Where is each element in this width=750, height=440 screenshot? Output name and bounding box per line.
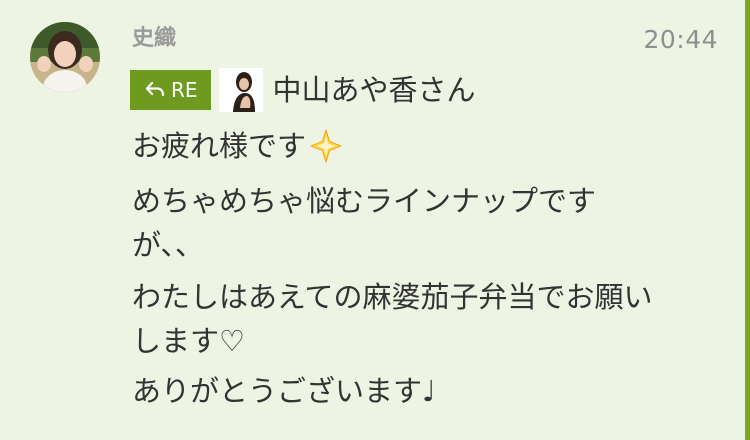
reply-arrow-icon — [145, 81, 165, 97]
message-line-1: めちゃめちゃ悩むラインナップです が、、 — [132, 184, 597, 262]
re-badge[interactable]: RE — [130, 70, 211, 110]
sender-name[interactable]: 史織 — [132, 24, 176, 54]
reply-reference[interactable]: RE 中山あや香さん — [130, 68, 476, 112]
scroll-edge-indicator — [745, 0, 750, 440]
message-line-2: わたしはあえての麻婆茄子弁当でお願い します♡ — [132, 280, 653, 358]
message-body: お疲れ様です めちゃめちゃ悩むラインナップです が、、 わたしはあえての麻婆茄子弁… — [132, 124, 692, 413]
reply-avatar-photo — [218, 68, 263, 112]
message-timestamp: 20:44 — [643, 25, 718, 54]
re-badge-label: RE — [171, 78, 198, 102]
message-line-3: ありがとうございます♩ — [132, 374, 436, 408]
avatar-photo — [30, 22, 100, 92]
reply-user-name[interactable]: 中山あや香さん — [273, 68, 476, 112]
sender-avatar[interactable] — [30, 22, 100, 92]
sparkle-emoji-icon — [310, 129, 342, 163]
chat-message: 史織 20:44 RE 中山あや香さん お疲れ様です めちゃめちゃ悩むラインナッ… — [0, 0, 750, 440]
reply-user-avatar[interactable] — [218, 68, 263, 112]
greeting-line: お疲れ様です — [132, 124, 692, 168]
greeting-text: お疲れ様です — [132, 129, 307, 163]
